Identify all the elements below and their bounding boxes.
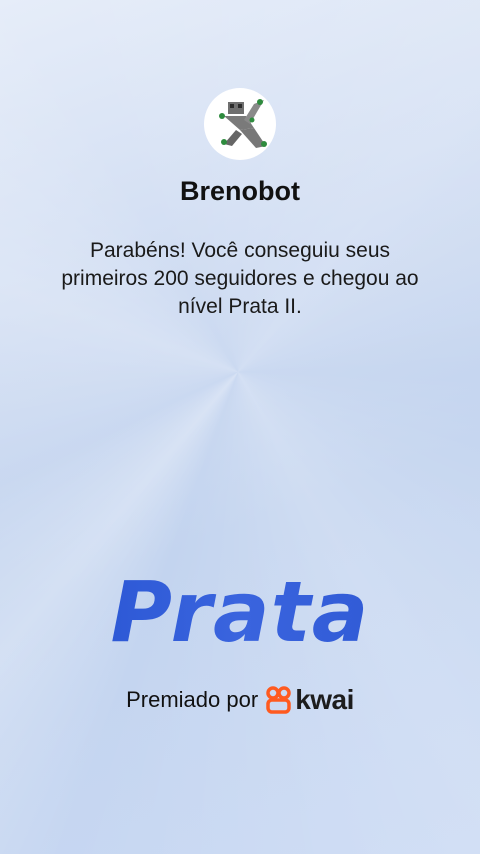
profile-name: Brenobot <box>180 176 300 206</box>
achievement-message: Parabéns! Você conseguiu seus primeiros … <box>61 239 419 318</box>
kwai-logo: kwai <box>266 684 354 716</box>
robot-avatar-icon <box>219 99 267 148</box>
level-title: Prata <box>0 563 480 661</box>
kwai-logo-icon <box>266 686 291 714</box>
award-prefix: Premiado por <box>126 687 259 712</box>
avatar <box>204 88 276 160</box>
award-line: Premiado por kwai <box>0 684 480 716</box>
kwai-brand-name: kwai <box>295 684 354 715</box>
